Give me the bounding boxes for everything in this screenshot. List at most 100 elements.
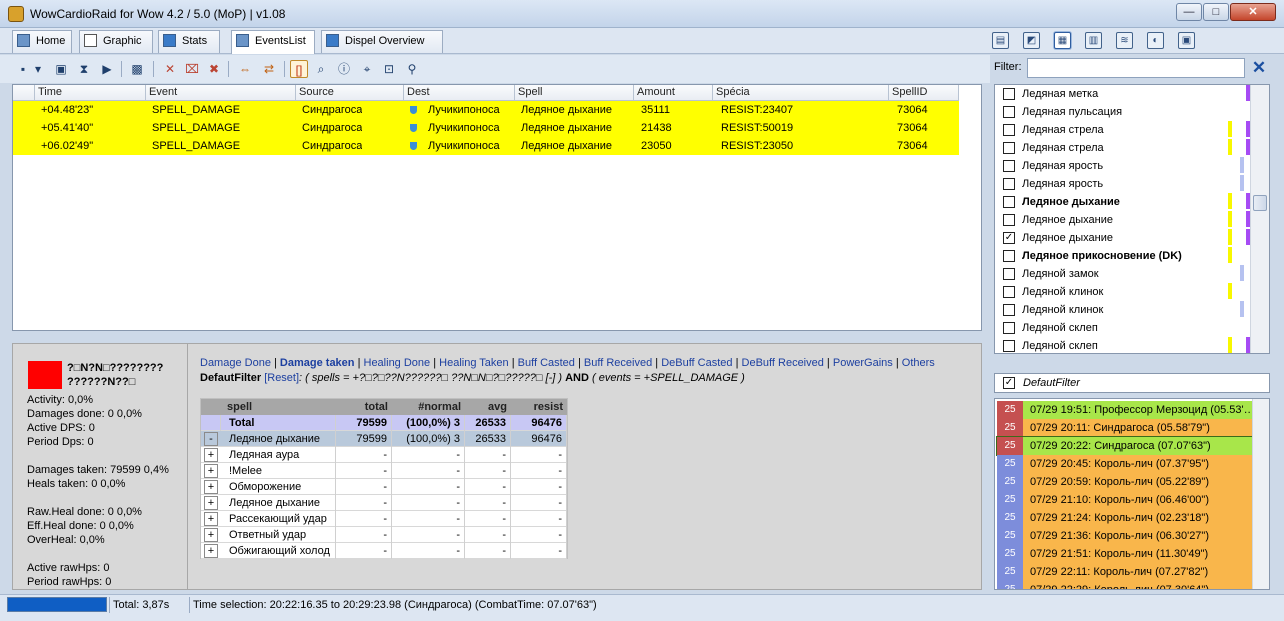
spell-checkbox[interactable] <box>1003 196 1015 208</box>
fight-row[interactable]: 25 07/29 20:11: Синдрагоса (05.58'79") <box>997 419 1252 437</box>
disk-icon[interactable]: ▣ <box>52 60 70 78</box>
scrollbar-thumb[interactable] <box>1253 195 1267 211</box>
view-chart-icon[interactable]: ◩ <box>1023 32 1040 49</box>
fight-row[interactable]: 25 07/29 20:45: Король-лич (07.37'95") <box>997 455 1252 473</box>
remove-filter-icon[interactable]: ✕ <box>161 60 179 78</box>
spell-checkbox[interactable]: ✓ <box>1003 232 1015 244</box>
filter-funnel-icon[interactable]: ⧗ <box>75 60 93 78</box>
spell-total-row[interactable]: Total 79599 (100,0%) 3 26533 96476 <box>201 415 567 431</box>
minimize-button[interactable]: — <box>1176 3 1202 21</box>
expand-toggle[interactable]: - <box>204 432 218 446</box>
expand-toggle[interactable]: + <box>204 448 218 462</box>
fight-row[interactable]: 25 07/29 21:10: Король-лич (06.46'00") <box>997 491 1252 509</box>
spell-list-item[interactable]: Ледяное дыхание <box>995 211 1250 229</box>
user-search-icon[interactable]: ⚲ <box>403 60 421 78</box>
spell-checkbox[interactable] <box>1003 88 1015 100</box>
fight-row[interactable]: 25 07/29 21:24: Король-лич (02.23'18") <box>997 509 1252 527</box>
table-row[interactable]: + Ледяное дыхание - - - - <box>201 495 567 511</box>
column-header[interactable]: Dest <box>404 85 515 101</box>
expand-toggle[interactable]: + <box>204 480 218 494</box>
tab-graphic[interactable]: Graphic <box>79 30 153 53</box>
tab-stats[interactable]: Stats <box>158 30 220 53</box>
fight-row[interactable]: 25 07/29 20:59: Король-лич (05.22'89") <box>997 473 1252 491</box>
category-link-buff-received[interactable]: Buff Received <box>584 357 652 369</box>
spell-list-item[interactable]: Ледяное прикосновение (DK) <box>995 247 1250 265</box>
spell-list-item[interactable]: Ледяной клинок <box>995 283 1250 301</box>
category-link-others[interactable]: Others <box>902 357 935 369</box>
spell-list-item[interactable]: Ледяной замок <box>995 265 1250 283</box>
spell-list-item[interactable]: Ледяная стрела <box>995 121 1250 139</box>
swap-icon[interactable]: ⇄ <box>260 60 278 78</box>
expand-toggle[interactable]: + <box>204 512 218 526</box>
column-header[interactable]: Spécia <box>713 85 889 101</box>
column-header[interactable]: Spell <box>515 85 634 101</box>
table-row[interactable]: + Обморожение - - - - <box>201 479 567 495</box>
spell-list-item[interactable]: Ледяная пульсация <box>995 103 1250 121</box>
spell-table-header[interactable]: spell <box>221 399 336 415</box>
fight-row[interactable]: 25 07/29 20:22: Синдрагоса (07.07'63") <box>996 436 1253 456</box>
spell-list-scrollbar[interactable] <box>1250 85 1269 353</box>
clear-icon[interactable]: ⌧ <box>183 60 201 78</box>
spell-table-header[interactable]: resist <box>511 399 567 415</box>
info-icon[interactable]: ⓘ <box>335 60 353 78</box>
view-events-icon[interactable]: ▦ <box>1054 32 1071 49</box>
spell-checkbox[interactable] <box>1003 304 1015 316</box>
category-link-damage-done[interactable]: Damage Done <box>200 357 271 369</box>
default-filter-bar[interactable]: ✓ DefautFilter <box>994 373 1270 393</box>
table-row[interactable]: +06.02'49" SPELL_DAMAGE Синдрагоса Лучик… <box>13 137 959 155</box>
spell-list-item[interactable]: Ледяной склеп <box>995 319 1250 337</box>
zoom-icon[interactable]: ⌕ <box>312 60 330 78</box>
fight-row[interactable]: 25 07/29 22:11: Король-лич (07.27'82") <box>997 563 1252 581</box>
view-list-icon[interactable]: ▤ <box>992 32 1009 49</box>
tab-dispel-overview[interactable]: Dispel Overview <box>321 30 443 53</box>
expand-toggle[interactable]: + <box>204 496 218 510</box>
spell-filter-list[interactable]: Ледяная метка Ледяная пульсация Ледяная ст… <box>994 84 1270 354</box>
spell-checkbox[interactable] <box>1003 178 1015 190</box>
fight-list[interactable]: 25 07/29 19:51: Профессор Мерзоцид (05.53… <box>994 398 1270 590</box>
view-timeline-icon[interactable]: ≋ <box>1116 32 1133 49</box>
maximize-button[interactable]: □ <box>1203 3 1229 21</box>
tab-home[interactable]: Home <box>12 30 72 53</box>
column-header[interactable]: SpellID <box>889 85 959 101</box>
spell-breakdown-table[interactable]: spell total #normal avg resist Total 79599 (100… <box>200 398 568 559</box>
spell-list-item[interactable]: Ледяная ярость <box>995 175 1250 193</box>
view-chat-icon[interactable]: ◐ <box>1147 32 1164 49</box>
spell-list-item[interactable]: Ледяная ярость <box>995 157 1250 175</box>
category-link-buff-casted[interactable]: Buff Casted <box>518 357 575 369</box>
spell-checkbox[interactable] <box>1003 286 1015 298</box>
column-header[interactable]: Time <box>35 85 146 101</box>
column-header[interactable]: Event <box>146 85 296 101</box>
lock-icon[interactable]: ⊡ <box>380 60 398 78</box>
close-button[interactable]: ✕ <box>1230 3 1276 21</box>
expand-toggle[interactable]: + <box>204 464 218 478</box>
table-row[interactable]: + Обжигающий холод - - - - <box>201 543 567 559</box>
expand-toggle[interactable]: + <box>204 544 218 558</box>
expand-toggle[interactable]: + <box>204 528 218 542</box>
default-filter-checkbox[interactable]: ✓ <box>1003 377 1015 389</box>
category-link-damage-taken[interactable]: Damage taken <box>280 357 355 369</box>
fight-row[interactable]: 25 07/29 21:51: Король-лич (11.30'49") <box>997 545 1252 563</box>
column-header[interactable]: Amount <box>634 85 713 101</box>
category-link-healing-done[interactable]: Healing Done <box>364 357 431 369</box>
spell-checkbox[interactable] <box>1003 106 1015 118</box>
table-row[interactable]: +04.48'23" SPELL_DAMAGE Синдрагоса Лучик… <box>13 101 959 119</box>
spell-checkbox[interactable] <box>1003 124 1015 136</box>
spell-checkbox[interactable] <box>1003 250 1015 262</box>
table-row[interactable]: + !Melee - - - - <box>201 463 567 479</box>
fight-row[interactable]: 25 07/29 22:29: Король-лич (07.30'64") <box>997 581 1252 589</box>
close-icon[interactable]: ✕ <box>1249 58 1269 78</box>
chevron-down-icon[interactable]: ▾ <box>33 60 43 78</box>
column-header[interactable]: Source <box>296 85 404 101</box>
spell-list-item[interactable]: Ледяное дыхание <box>995 193 1250 211</box>
spell-checkbox[interactable] <box>1003 160 1015 172</box>
table-row[interactable]: + Рассекающий удар - - - - <box>201 511 567 527</box>
spell-table-header[interactable]: #normal <box>392 399 465 415</box>
expand-icon[interactable]: ⇔ <box>236 60 254 78</box>
category-link-debuff-casted[interactable]: DeBuff Casted <box>661 357 732 369</box>
forward-icon[interactable]: ▶ <box>98 60 116 78</box>
tab-eventslist[interactable]: EventsList <box>231 30 315 54</box>
delete-icon[interactable]: ✖ <box>205 60 223 78</box>
events-grid[interactable]: Time Event Source Dest Spell Amount Spéc… <box>12 84 982 331</box>
export-icon[interactable]: ▩ <box>128 60 146 78</box>
spell-checkbox[interactable] <box>1003 268 1015 280</box>
